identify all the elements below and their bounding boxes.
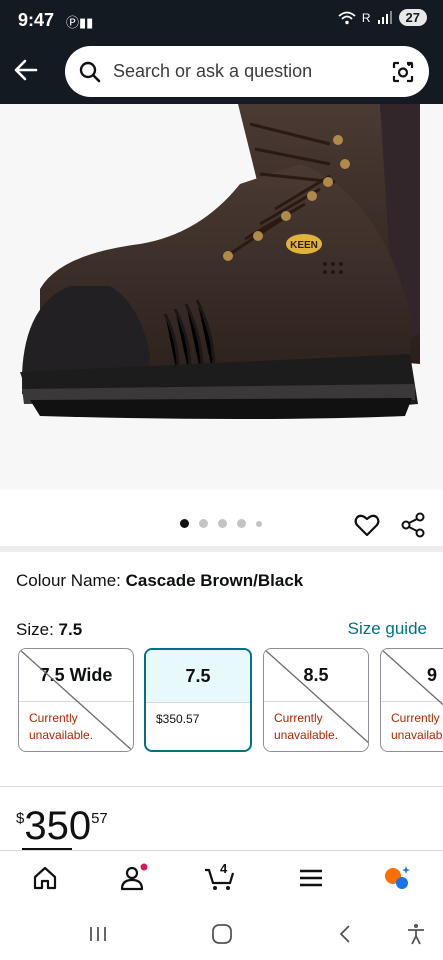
search-placeholder: Search or ask a question bbox=[113, 61, 313, 81]
status-icons: R 27 bbox=[338, 9, 427, 26]
signal-icon bbox=[377, 10, 392, 24]
size-selection: Size: 7.5 bbox=[16, 620, 82, 640]
price-currency-symbol: $ bbox=[16, 810, 25, 827]
section-divider bbox=[0, 546, 443, 552]
image-dot-4[interactable] bbox=[237, 519, 246, 528]
system-navigation-bar bbox=[0, 910, 443, 960]
share-icon[interactable] bbox=[400, 512, 426, 538]
battery-indicator: 27 bbox=[398, 9, 427, 26]
size-option-8-5[interactable]: 8.5 Currently unavailable. bbox=[263, 648, 369, 752]
size-option-status: Currently unavailable. bbox=[274, 711, 339, 742]
size-option-label: 9 bbox=[381, 649, 443, 702]
colour-label: Colour Name: bbox=[16, 571, 126, 590]
image-dot-2[interactable] bbox=[199, 519, 208, 528]
size-option-status: Currently unavailable. bbox=[391, 711, 443, 742]
boot-illustration: KEEN bbox=[20, 104, 420, 419]
image-dot-5[interactable] bbox=[256, 520, 262, 527]
brand-logo-text: KEEN bbox=[290, 240, 318, 251]
system-back-icon[interactable] bbox=[334, 922, 358, 946]
product-image[interactable]: KEEN bbox=[0, 104, 443, 490]
size-option-label: 7.5 bbox=[146, 650, 250, 703]
size-option-price: $350.57 bbox=[156, 712, 200, 726]
size-option-status: Currently unavailable. bbox=[29, 711, 94, 742]
home-icon[interactable] bbox=[30, 863, 60, 893]
image-dot-3[interactable] bbox=[218, 519, 227, 528]
recent-apps-icon[interactable] bbox=[86, 922, 110, 946]
size-guide-link[interactable]: Size guide bbox=[348, 619, 427, 639]
accessibility-icon[interactable] bbox=[404, 922, 428, 946]
home-button-icon[interactable] bbox=[210, 922, 234, 946]
search-input[interactable]: Search or ask a question bbox=[65, 46, 429, 97]
price-whole: 350 bbox=[24, 804, 92, 848]
bottom-navigation bbox=[0, 850, 443, 910]
size-value: 7.5 bbox=[58, 620, 83, 639]
size-option-9[interactable]: 9 Currently unavailable. bbox=[380, 648, 443, 752]
image-controls bbox=[0, 490, 443, 546]
account-icon[interactable] bbox=[118, 863, 148, 893]
colour-name: Colour Name: Cascade Brown/Black bbox=[16, 571, 303, 591]
search-icon bbox=[79, 61, 101, 82]
roaming-indicator: R bbox=[361, 10, 371, 25]
image-dot-1[interactable] bbox=[180, 519, 189, 528]
price-divider bbox=[0, 786, 443, 787]
heart-icon[interactable] bbox=[354, 512, 380, 538]
status-notification-icons: Ⓟ▮▮ bbox=[66, 15, 94, 30]
image-pagination[interactable] bbox=[180, 519, 262, 528]
cart-count-badge: 4 bbox=[220, 861, 228, 876]
status-time: 9:47 bbox=[18, 10, 55, 30]
size-label: Size: bbox=[16, 620, 59, 639]
product-price: $ 350 57 bbox=[16, 806, 108, 846]
back-arrow-icon[interactable] bbox=[12, 56, 40, 84]
wifi-icon bbox=[338, 11, 356, 24]
menu-icon[interactable] bbox=[296, 863, 326, 893]
camera-lens-icon[interactable] bbox=[391, 60, 415, 84]
assistant-icon[interactable] bbox=[382, 863, 412, 893]
size-option-7-5[interactable]: 7.5 $350.57 bbox=[144, 648, 252, 752]
size-options: 7.5 Wide Currently unavailable. 7.5 $350… bbox=[18, 648, 443, 754]
size-option-label: 7.5 Wide bbox=[19, 649, 133, 702]
colour-value: Cascade Brown/Black bbox=[125, 571, 304, 590]
top-bar: 9:47 Ⓟ▮▮ R 27 Search or ask a question bbox=[0, 0, 443, 104]
size-option-7-5-wide[interactable]: 7.5 Wide Currently unavailable. bbox=[18, 648, 134, 752]
size-option-label: 8.5 bbox=[264, 649, 368, 702]
price-fraction: 57 bbox=[91, 810, 108, 827]
